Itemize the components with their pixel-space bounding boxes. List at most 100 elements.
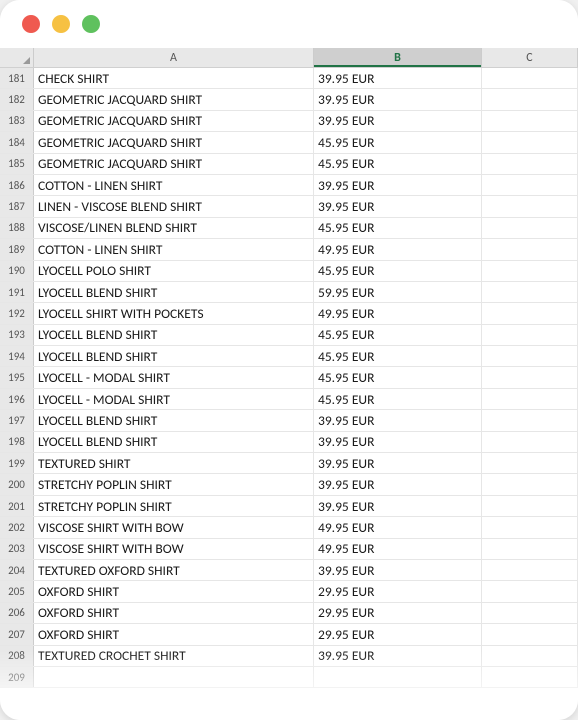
cell[interactable]: 39.95 EUR: [314, 89, 482, 109]
cell[interactable]: LYOCELL BLEND SHIRT: [34, 346, 314, 366]
column-header-b[interactable]: B: [314, 48, 482, 67]
close-icon[interactable]: [22, 15, 40, 33]
cell[interactable]: 49.95 EUR: [314, 239, 482, 259]
minimize-icon[interactable]: [52, 15, 70, 33]
cell[interactable]: 29.95 EUR: [314, 581, 482, 601]
cell[interactable]: LYOCELL BLEND SHIRT: [34, 282, 314, 302]
cell[interactable]: [482, 68, 578, 88]
cell[interactable]: 39.95 EUR: [314, 560, 482, 580]
row-header[interactable]: 195: [0, 367, 34, 387]
cell[interactable]: [482, 132, 578, 152]
column-header-c[interactable]: C: [482, 48, 578, 67]
cell[interactable]: [482, 453, 578, 473]
cell[interactable]: 59.95 EUR: [314, 282, 482, 302]
cell[interactable]: LYOCELL SHIRT WITH POCKETS: [34, 303, 314, 323]
cell[interactable]: [482, 496, 578, 516]
cell[interactable]: LYOCELL - MODAL SHIRT: [34, 367, 314, 387]
cell[interactable]: LYOCELL BLEND SHIRT: [34, 432, 314, 452]
cell[interactable]: [482, 175, 578, 195]
cell[interactable]: VISCOSE/LINEN BLEND SHIRT: [34, 218, 314, 238]
cell[interactable]: [482, 346, 578, 366]
cell[interactable]: [482, 581, 578, 601]
row-header[interactable]: 207: [0, 624, 34, 644]
cell[interactable]: [314, 667, 482, 687]
cell[interactable]: [482, 432, 578, 452]
cell[interactable]: [482, 474, 578, 494]
cell[interactable]: 49.95 EUR: [314, 303, 482, 323]
cell-grid[interactable]: 181CHECK SHIRT39.95 EUR182GEOMETRIC JACQ…: [0, 68, 578, 688]
cell[interactable]: [482, 261, 578, 281]
cell[interactable]: GEOMETRIC JACQUARD SHIRT: [34, 154, 314, 174]
cell[interactable]: [482, 624, 578, 644]
row-header[interactable]: 196: [0, 389, 34, 409]
column-header-a[interactable]: A: [34, 48, 314, 67]
cell[interactable]: GEOMETRIC JACQUARD SHIRT: [34, 89, 314, 109]
cell[interactable]: 29.95 EUR: [314, 624, 482, 644]
row-header[interactable]: 203: [0, 539, 34, 559]
row-header[interactable]: 185: [0, 154, 34, 174]
cell[interactable]: 39.95 EUR: [314, 196, 482, 216]
cell[interactable]: [482, 239, 578, 259]
cell[interactable]: LINEN - VISCOSE BLEND SHIRT: [34, 196, 314, 216]
cell[interactable]: TEXTURED CROCHET SHIRT: [34, 646, 314, 666]
cell[interactable]: [482, 303, 578, 323]
row-header[interactable]: 184: [0, 132, 34, 152]
cell[interactable]: 45.95 EUR: [314, 367, 482, 387]
cell[interactable]: [482, 154, 578, 174]
row-header[interactable]: 193: [0, 325, 34, 345]
row-header[interactable]: 190: [0, 261, 34, 281]
cell[interactable]: [482, 389, 578, 409]
cell[interactable]: TEXTURED SHIRT: [34, 453, 314, 473]
cell[interactable]: COTTON - LINEN SHIRT: [34, 239, 314, 259]
cell[interactable]: VISCOSE SHIRT WITH BOW: [34, 517, 314, 537]
row-header[interactable]: 208: [0, 646, 34, 666]
row-header[interactable]: 204: [0, 560, 34, 580]
cell[interactable]: LYOCELL BLEND SHIRT: [34, 325, 314, 345]
cell[interactable]: 39.95 EUR: [314, 175, 482, 195]
row-header[interactable]: 199: [0, 453, 34, 473]
cell[interactable]: 39.95 EUR: [314, 68, 482, 88]
cell[interactable]: OXFORD SHIRT: [34, 603, 314, 623]
row-header[interactable]: 189: [0, 239, 34, 259]
select-all-corner[interactable]: [0, 48, 34, 67]
cell[interactable]: COTTON - LINEN SHIRT: [34, 175, 314, 195]
row-header[interactable]: 186: [0, 175, 34, 195]
row-header[interactable]: 182: [0, 89, 34, 109]
row-header[interactable]: 181: [0, 68, 34, 88]
cell[interactable]: 45.95 EUR: [314, 389, 482, 409]
row-header[interactable]: 198: [0, 432, 34, 452]
cell[interactable]: 45.95 EUR: [314, 325, 482, 345]
cell[interactable]: 39.95 EUR: [314, 111, 482, 131]
cell[interactable]: OXFORD SHIRT: [34, 624, 314, 644]
cell[interactable]: 49.95 EUR: [314, 539, 482, 559]
cell[interactable]: [482, 282, 578, 302]
cell[interactable]: 39.95 EUR: [314, 646, 482, 666]
cell[interactable]: TEXTURED OXFORD SHIRT: [34, 560, 314, 580]
cell[interactable]: LYOCELL - MODAL SHIRT: [34, 389, 314, 409]
row-header[interactable]: 206: [0, 603, 34, 623]
row-header[interactable]: 205: [0, 581, 34, 601]
cell[interactable]: [482, 517, 578, 537]
row-header[interactable]: 209: [0, 667, 34, 687]
cell[interactable]: 45.95 EUR: [314, 346, 482, 366]
cell[interactable]: CHECK SHIRT: [34, 68, 314, 88]
row-header[interactable]: 202: [0, 517, 34, 537]
zoom-icon[interactable]: [82, 15, 100, 33]
cell[interactable]: [482, 218, 578, 238]
cell[interactable]: 45.95 EUR: [314, 261, 482, 281]
row-header[interactable]: 191: [0, 282, 34, 302]
cell[interactable]: LYOCELL BLEND SHIRT: [34, 410, 314, 430]
row-header[interactable]: 200: [0, 474, 34, 494]
cell[interactable]: [482, 367, 578, 387]
cell[interactable]: 39.95 EUR: [314, 432, 482, 452]
cell[interactable]: GEOMETRIC JACQUARD SHIRT: [34, 132, 314, 152]
cell[interactable]: [34, 667, 314, 687]
cell[interactable]: [482, 646, 578, 666]
cell[interactable]: [482, 410, 578, 430]
cell[interactable]: 45.95 EUR: [314, 154, 482, 174]
cell[interactable]: [482, 603, 578, 623]
cell[interactable]: [482, 539, 578, 559]
cell[interactable]: 39.95 EUR: [314, 496, 482, 516]
cell[interactable]: GEOMETRIC JACQUARD SHIRT: [34, 111, 314, 131]
cell[interactable]: STRETCHY POPLIN SHIRT: [34, 474, 314, 494]
